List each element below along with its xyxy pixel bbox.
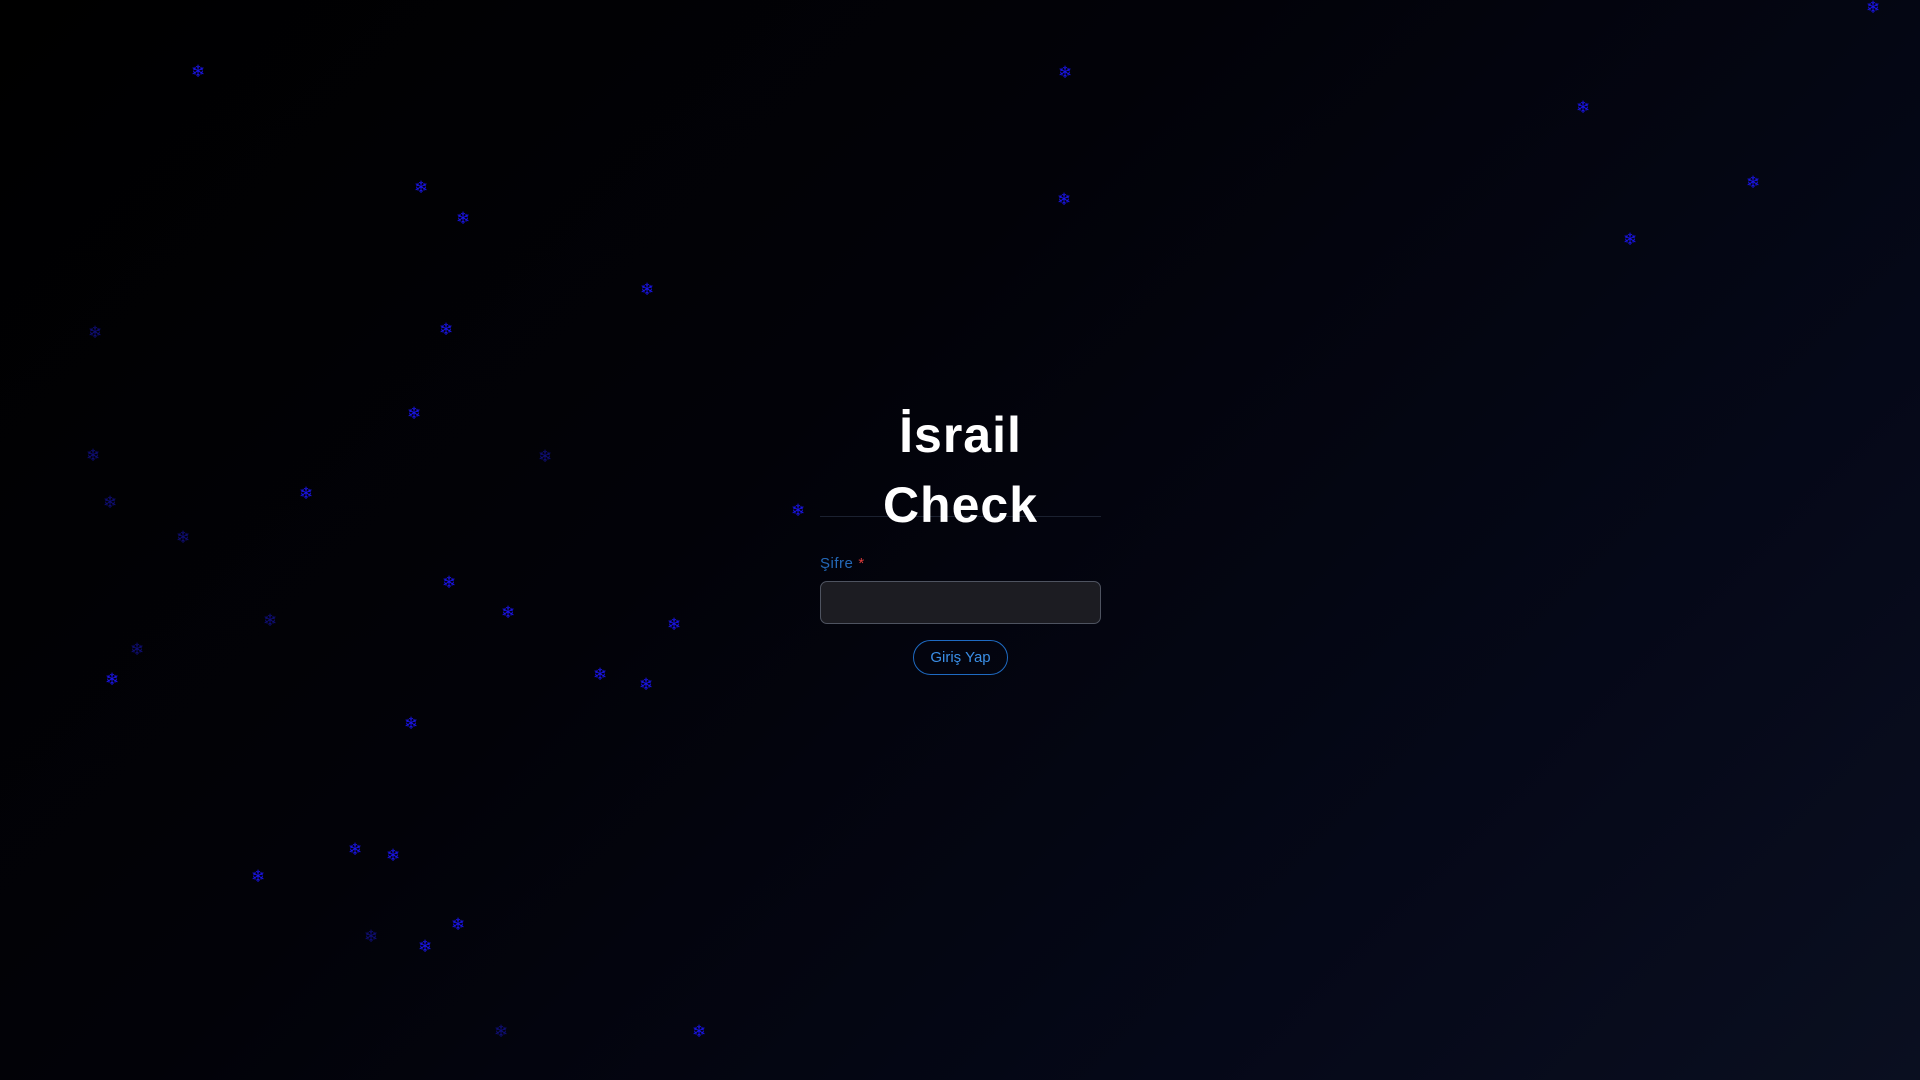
- password-label-text: Şifre: [820, 555, 854, 572]
- required-indicator: *: [858, 555, 865, 572]
- snowflake-icon: ❄: [639, 675, 654, 695]
- snowflake-icon: ❄: [1057, 190, 1072, 210]
- snowflake-icon: ❄: [251, 867, 266, 887]
- snowflake-icon: ❄: [593, 665, 608, 685]
- snowflake-icon: ❄: [640, 280, 655, 300]
- snowflake-icon: ❄: [667, 615, 682, 635]
- password-label: Şifre *: [820, 555, 1101, 573]
- snowflake-icon: ❄: [407, 404, 422, 424]
- snowflake-icon: ❄: [88, 323, 103, 343]
- snowflake-icon: ❄: [1623, 230, 1638, 250]
- login-card: İsrail Check Şifre * Giriş Yap: [820, 400, 1101, 675]
- snowflake-icon: ❄: [176, 528, 191, 548]
- snowflake-icon: ❄: [130, 640, 145, 660]
- snowflake-icon: ❄: [348, 840, 363, 860]
- snowflake-icon: ❄: [538, 447, 553, 467]
- snowflake-icon: ❄: [299, 484, 314, 504]
- password-input[interactable]: [820, 581, 1101, 624]
- snowflake-icon: ❄: [404, 714, 419, 734]
- snowflake-icon: ❄: [1058, 63, 1073, 83]
- page-title: İsrail Check: [882, 407, 1039, 533]
- snowflake-icon: ❄: [451, 915, 466, 935]
- snowflake-icon: ❄: [191, 62, 206, 82]
- snowflake-icon: ❄: [105, 670, 120, 690]
- snowflake-icon: ❄: [494, 1022, 509, 1042]
- snowflake-icon: ❄: [439, 320, 454, 340]
- snowflake-icon: ❄: [501, 603, 516, 623]
- snowflake-icon: ❄: [414, 178, 429, 198]
- snowflake-icon: ❄: [456, 209, 471, 229]
- snowflake-icon: ❄: [1576, 98, 1591, 118]
- snowflake-icon: ❄: [692, 1022, 707, 1042]
- snowflake-icon: ❄: [791, 501, 806, 521]
- snowflake-icon: ❄: [1746, 173, 1761, 193]
- snowflake-icon: ❄: [103, 493, 118, 513]
- snowflake-icon: ❄: [263, 611, 278, 631]
- snowflake-icon: ❄: [1866, 0, 1881, 18]
- login-button[interactable]: Giriş Yap: [913, 640, 1008, 675]
- snowflake-icon: ❄: [86, 446, 101, 466]
- snowflake-icon: ❄: [364, 927, 379, 947]
- submit-row: Giriş Yap: [820, 640, 1101, 675]
- snowflake-icon: ❄: [418, 937, 433, 957]
- snowflake-icon: ❄: [386, 846, 401, 866]
- snowflake-icon: ❄: [442, 573, 457, 593]
